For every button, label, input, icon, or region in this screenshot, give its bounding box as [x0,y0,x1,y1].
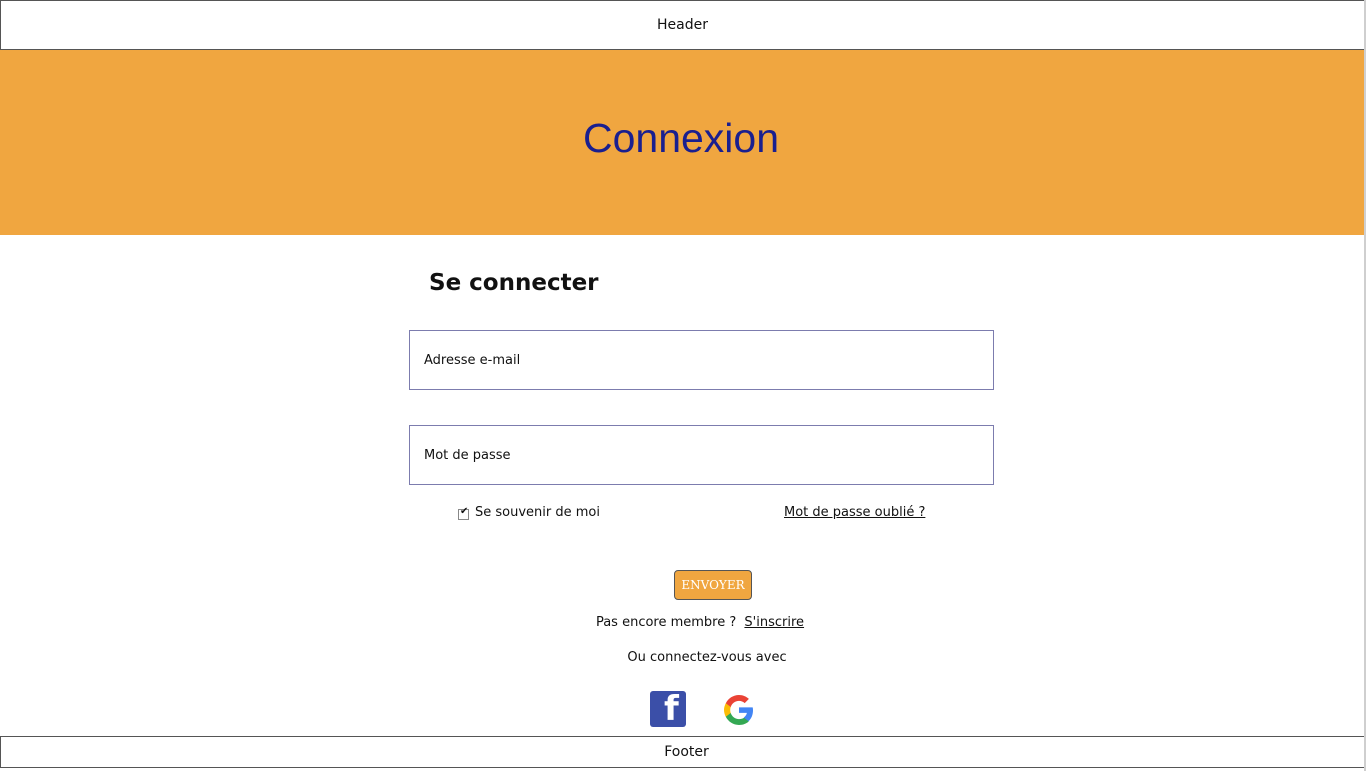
submit-button[interactable]: ENVOYER [674,570,752,600]
page-footer: Footer [0,736,1365,768]
remember-me[interactable]: Se souvenir de moi [458,505,600,520]
page-header: Header [0,0,1365,50]
forgot-password-link[interactable]: Mot de passe oublié ? [784,505,925,520]
remember-label: Se souvenir de moi [475,505,600,520]
signup-line: Pas encore membre ? S'inscrire [0,615,1366,630]
header-label: Header [657,17,708,33]
google-login-button[interactable] [720,691,758,729]
page-title: Connexion [582,115,780,161]
social-prompt: Ou connectez-vous avec [627,650,787,665]
facebook-login-button[interactable]: f [650,691,686,727]
google-icon [724,695,753,725]
form-title: Se connecter [429,270,599,296]
password-field[interactable] [409,425,994,485]
facebook-icon: f [664,691,679,727]
signup-link[interactable]: S'inscrire [744,615,804,630]
footer-label: Footer [664,744,709,760]
email-field[interactable] [409,330,994,390]
signup-prompt: Pas encore membre ? [595,615,737,630]
hero-banner: Connexion [0,50,1366,235]
remember-checkbox[interactable] [458,506,469,520]
